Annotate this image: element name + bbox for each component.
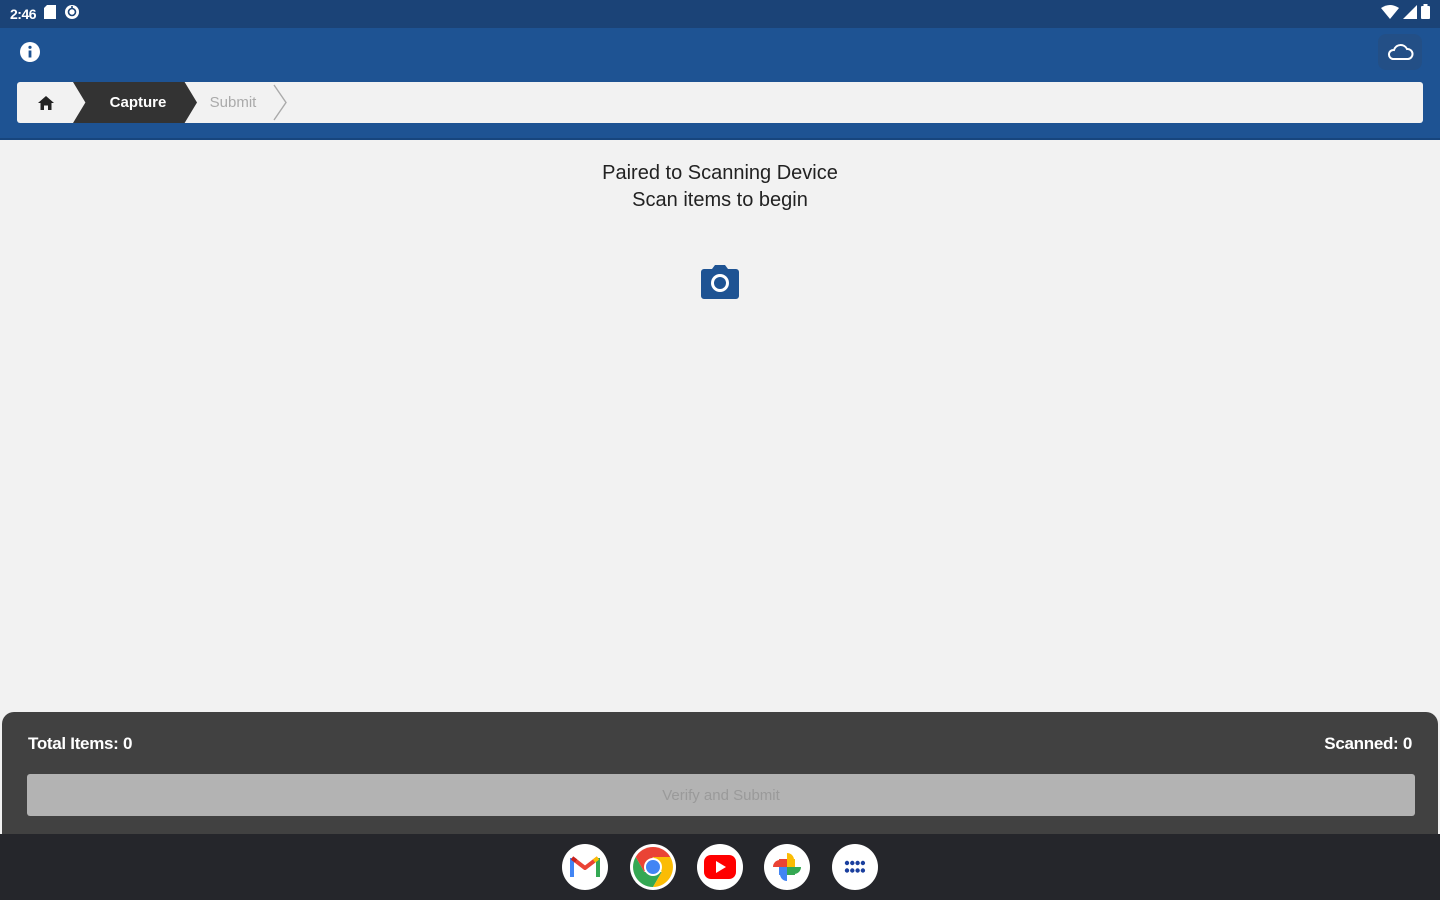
dock-app-photos[interactable] xyxy=(764,844,810,890)
camera-icon xyxy=(701,265,739,299)
gmail-icon xyxy=(570,856,600,877)
breadcrumb: Capture Submit xyxy=(17,82,1423,123)
status-time: 2:46 xyxy=(10,6,37,22)
app-grid-icon xyxy=(844,860,866,873)
wifi-icon xyxy=(1381,4,1399,24)
breadcrumb-step-capture[interactable]: Capture xyxy=(73,82,197,123)
info-icon xyxy=(20,42,40,62)
cell-signal-icon xyxy=(1403,4,1417,24)
sd-card-icon xyxy=(44,4,57,24)
dock-app-chrome[interactable] xyxy=(630,844,676,890)
photos-icon xyxy=(773,853,801,881)
breadcrumb-step-submit[interactable]: Submit xyxy=(191,82,275,123)
battery-icon xyxy=(1421,4,1430,24)
status-left: 2:46 xyxy=(10,4,80,25)
status-right xyxy=(1381,4,1430,24)
cloud-icon xyxy=(1387,44,1414,60)
home-icon xyxy=(38,95,54,110)
camera-button[interactable] xyxy=(700,262,740,302)
app-bar: Capture Submit xyxy=(0,28,1440,140)
breadcrumb-home[interactable] xyxy=(17,82,75,123)
sync-status-icon xyxy=(64,4,80,25)
chrome-icon xyxy=(631,845,675,889)
dock-app-youtube[interactable] xyxy=(697,844,743,890)
taskbar xyxy=(0,834,1440,900)
message-line-scan: Scan items to begin xyxy=(632,189,808,211)
message-line-paired: Paired to Scanning Device xyxy=(602,162,838,184)
summary-panel: Total Items: 0 Scanned: 0 Verify and Sub… xyxy=(2,712,1438,834)
info-button[interactable] xyxy=(18,40,42,64)
youtube-icon xyxy=(704,855,736,879)
total-items-count: Total Items: 0 xyxy=(28,734,133,753)
scanned-count: Scanned: 0 xyxy=(1324,734,1412,753)
verify-and-submit-button[interactable]: Verify and Submit xyxy=(27,774,1415,816)
cloud-sync-button[interactable] xyxy=(1378,34,1422,70)
status-bar: 2:46 xyxy=(0,0,1440,28)
dock-app-drawer[interactable] xyxy=(832,844,878,890)
chevron-right-icon xyxy=(273,84,287,121)
dock-app-gmail[interactable] xyxy=(562,844,608,890)
pairing-message: Paired to Scanning Device Scan items to … xyxy=(420,160,1020,214)
